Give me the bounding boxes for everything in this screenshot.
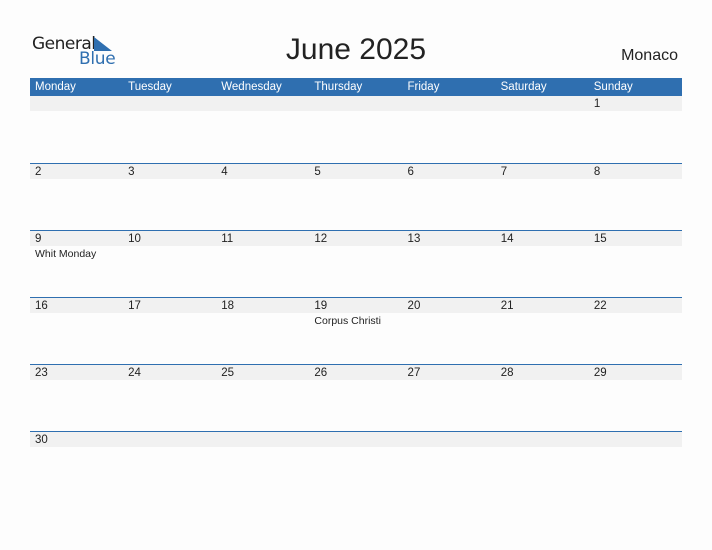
day-cell: 23 — [30, 365, 123, 431]
weekday-thursday: Thursday — [314, 81, 363, 93]
day-cell: 2 — [30, 164, 123, 230]
weekday-saturday: Saturday — [500, 81, 547, 93]
day-cell: 21 — [496, 298, 589, 364]
day-number: 16 — [35, 300, 48, 312]
day-number: 7 — [500, 166, 508, 178]
day-number: 26 — [314, 367, 328, 379]
calendar-grid: Monday Tuesday Wednesday Thursday Friday Satu… — [30, 78, 682, 498]
week-row: 16 17 18 19 Corpus Christi 20 21 22 — [30, 297, 682, 364]
day-number: 23 — [35, 367, 48, 379]
day-cell: 30 — [30, 432, 123, 498]
week-row: 30 — [30, 431, 682, 498]
day-cell: 20 — [403, 298, 496, 364]
day-number: 15 — [593, 233, 607, 245]
weekday-monday: Monday — [35, 81, 76, 93]
page-title: June 2025 — [285, 33, 427, 66]
week-row: 1 — [30, 96, 682, 163]
day-cell: 5 — [309, 164, 402, 230]
day-cell: 28 — [496, 365, 589, 431]
day-cell: 9 Whit Monday — [30, 231, 123, 297]
day-cell: 8 — [589, 164, 682, 230]
day-number: 28 — [500, 367, 514, 379]
day-number: 12 — [314, 233, 328, 245]
day-cell — [216, 432, 309, 498]
day-cell — [589, 432, 682, 498]
holiday-label: Whit Monday — [35, 248, 97, 260]
day-number: 17 — [128, 300, 141, 312]
day-cell: 12 — [309, 231, 402, 297]
day-number: 9 — [35, 233, 42, 245]
day-cell: 29 — [589, 365, 682, 431]
day-cell — [309, 96, 402, 163]
weekday-sunday: Sunday — [593, 81, 633, 93]
day-number: 1 — [593, 98, 601, 110]
day-number: 5 — [314, 166, 321, 178]
day-cell — [216, 96, 309, 163]
day-cell: 16 — [30, 298, 123, 364]
day-number: 14 — [500, 233, 514, 245]
day-number: 27 — [407, 367, 421, 379]
day-cell: 26 — [309, 365, 402, 431]
day-cell — [496, 432, 589, 498]
day-cell: 7 — [496, 164, 589, 230]
day-cell: 11 — [216, 231, 309, 297]
day-cell: 24 — [123, 365, 216, 431]
week-row: 23 24 25 26 27 28 29 — [30, 364, 682, 431]
day-number: 29 — [593, 367, 607, 379]
day-cell — [496, 96, 589, 163]
weekday-header: Monday Tuesday Wednesday Thursday Friday Satu… — [30, 78, 682, 96]
day-number: 10 — [128, 233, 141, 245]
day-number: 2 — [35, 166, 42, 178]
holiday-label: Corpus Christi — [314, 315, 381, 327]
week-row: 9 Whit Monday 10 11 12 13 14 15 — [30, 230, 682, 297]
day-cell: 27 — [403, 365, 496, 431]
weekday-wednesday: Wednesday — [221, 81, 282, 93]
day-number: 6 — [407, 166, 414, 178]
day-cell: 6 — [403, 164, 496, 230]
day-number: 25 — [221, 367, 235, 379]
day-cell — [309, 432, 402, 498]
day-number: 13 — [407, 233, 421, 245]
day-number: 21 — [500, 300, 514, 312]
day-cell: 4 — [216, 164, 309, 230]
weekday-friday: Friday — [407, 81, 440, 93]
day-number: 22 — [593, 300, 607, 312]
day-cell: 10 — [123, 231, 216, 297]
weekday-tuesday: Tuesday — [128, 81, 172, 93]
day-cell: 18 — [216, 298, 309, 364]
country-label: Monaco — [621, 47, 678, 64]
day-number: 24 — [128, 367, 141, 379]
day-cell — [30, 96, 123, 163]
day-cell: 22 — [589, 298, 682, 364]
week-row: 2 3 4 5 6 7 8 — [30, 163, 682, 230]
day-number: 3 — [128, 166, 135, 178]
day-cell: 3 — [123, 164, 216, 230]
day-cell: 19 Corpus Christi — [309, 298, 402, 364]
day-number: 20 — [407, 300, 421, 312]
day-number: 8 — [593, 166, 601, 178]
day-cell: 1 — [589, 96, 682, 163]
day-number: 4 — [221, 166, 228, 178]
day-cell: 17 — [123, 298, 216, 364]
day-cell — [403, 96, 496, 163]
day-number: 11 — [221, 233, 234, 245]
day-cell: 15 — [589, 231, 682, 297]
day-cell — [123, 96, 216, 163]
day-number: 19 — [314, 300, 328, 312]
day-cell: 13 — [403, 231, 496, 297]
day-cell: 25 — [216, 365, 309, 431]
day-cell — [123, 432, 216, 498]
day-cell — [403, 432, 496, 498]
day-number: 30 — [35, 434, 48, 446]
day-cell: 14 — [496, 231, 589, 297]
day-number: 18 — [221, 300, 235, 312]
